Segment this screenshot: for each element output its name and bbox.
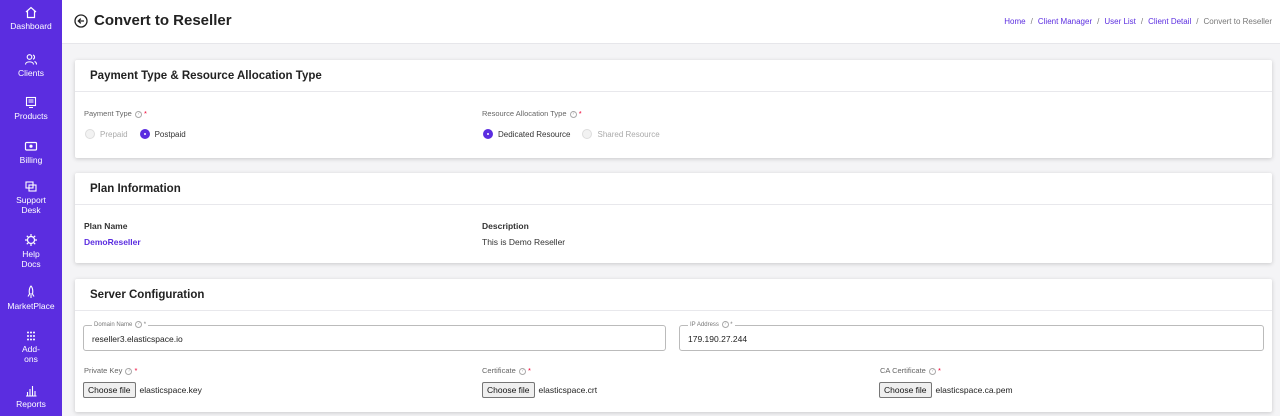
breadcrumb-client-manager[interactable]: Client Manager — [1038, 17, 1092, 26]
payment-type-radio-group: Prepaid Postpaid — [85, 129, 186, 139]
help-icon[interactable]: ? — [125, 367, 133, 375]
server-configuration-card: Server Configuration Domain Name ? * res… — [75, 279, 1272, 412]
plan-information-card: Plan Information Plan Name Description D… — [75, 173, 1272, 263]
sidebar-item-label: Support Desk — [16, 195, 46, 215]
ca-certificate-choose-file-button[interactable]: Choose file — [879, 382, 932, 398]
sidebar-item-label: Add-ons — [22, 344, 40, 364]
ip-address-label: IP Address ? * — [688, 321, 735, 329]
sidebar-item-label: Products — [14, 111, 48, 121]
required-marker: * — [578, 109, 582, 118]
sidebar-item-clients[interactable]: Clients — [0, 53, 62, 78]
radio-prepaid[interactable]: Prepaid — [85, 129, 128, 139]
back-arrow-icon[interactable] — [74, 13, 88, 28]
ip-address-field[interactable]: IP Address ? * 179.190.27.244 — [679, 321, 1264, 351]
ip-address-value: 179.190.27.244 — [688, 334, 748, 344]
products-icon — [25, 96, 37, 108]
sidebar-item-label: Billing — [19, 155, 43, 165]
sidebar-item-label: Reports — [16, 399, 46, 409]
breadcrumb-separator: / — [1097, 17, 1100, 26]
domain-name-field[interactable]: Domain Name ? * reseller3.elasticspace.i… — [83, 321, 666, 351]
plan-name-link[interactable]: DemoReseller — [84, 237, 141, 247]
radio-dedicated-resource[interactable]: Dedicated Resource — [483, 129, 570, 139]
resource-allocation-radio-group: Dedicated Resource Shared Resource — [483, 129, 660, 139]
required-marker: * — [144, 109, 147, 118]
radio-postpaid[interactable]: Postpaid — [139, 129, 186, 139]
plan-name-header: Plan Name — [84, 221, 128, 231]
sidebar-item-products[interactable]: Products — [0, 96, 62, 121]
card-title: Payment Type & Resource Allocation Type — [75, 60, 1272, 92]
payment-type-card: Payment Type & Resource Allocation Type … — [75, 60, 1272, 158]
users-icon — [24, 54, 38, 65]
sidebar-item-label: Help Docs — [21, 249, 41, 269]
sidebar-item-billing[interactable]: Billing — [0, 140, 62, 165]
breadcrumb-client-detail[interactable]: Client Detail — [1148, 17, 1191, 26]
private-key-file-input: Choose file elasticspace.key — [83, 382, 202, 398]
billing-icon — [24, 141, 38, 151]
certificate-file-name: elasticspace.crt — [538, 385, 598, 395]
certificate-choose-file-button[interactable]: Choose file — [482, 382, 535, 398]
page-title: Convert to Reseller — [74, 12, 232, 29]
breadcrumb-home[interactable]: Home — [1004, 17, 1025, 26]
rocket-icon — [27, 285, 35, 298]
private-key-choose-file-button[interactable]: Choose file — [83, 382, 136, 398]
page-title-text: Convert to Reseller — [94, 12, 232, 29]
grid-icon — [27, 331, 35, 341]
breadcrumb-separator: / — [1030, 17, 1033, 26]
help-icon[interactable]: ? — [134, 110, 142, 118]
description-header: Description — [482, 221, 529, 231]
help-icon: ? — [721, 321, 729, 328]
plan-description: This is Demo Reseller — [482, 237, 566, 247]
sidebar-item-add-ons[interactable]: Add-ons — [0, 330, 62, 364]
sidebar-item-support-desk[interactable]: Support Desk — [0, 180, 62, 215]
sidebar: Dashboard Clients Products Billing Suppo… — [0, 0, 62, 416]
home-icon — [25, 6, 37, 19]
sidebar-item-marketplace[interactable]: MarketPlace — [0, 285, 62, 311]
ca-certificate-file-input: Choose file elasticspace.ca.pem — [879, 382, 1013, 398]
private-key-label: Private Key ? * — [84, 366, 138, 375]
ca-certificate-label: CA Certificate ? * — [880, 366, 941, 375]
sidebar-item-help-docs[interactable]: Help Docs — [0, 233, 62, 269]
sidebar-item-label: Dashboard — [10, 21, 52, 31]
sidebar-item-label: Clients — [18, 68, 44, 78]
breadcrumb-separator: / — [1196, 17, 1199, 26]
help-icon[interactable]: ? — [569, 110, 577, 118]
breadcrumb: Home / Client Manager / User List / Clie… — [1004, 17, 1272, 26]
help-icon — [25, 234, 37, 246]
certificate-label: Certificate ? * — [482, 366, 531, 375]
private-key-file-name: elasticspace.key — [139, 385, 202, 395]
support-icon — [25, 181, 37, 192]
chart-icon — [26, 386, 37, 397]
help-icon: ? — [135, 321, 143, 328]
resource-allocation-label: Resource Allocation Type ? * — [482, 109, 582, 118]
help-icon[interactable]: ? — [928, 367, 936, 375]
domain-name-value: reseller3.elasticspace.io — [92, 334, 183, 344]
breadcrumb-separator: / — [1140, 17, 1144, 26]
sidebar-item-dashboard[interactable]: Dashboard — [0, 6, 62, 31]
help-icon[interactable]: ? — [518, 367, 526, 375]
top-bar: Convert to Reseller Home / Client Manage… — [62, 0, 1280, 44]
breadcrumb-user-list[interactable]: User List — [1104, 17, 1136, 26]
breadcrumb-current: Convert to Reseller — [1203, 17, 1272, 26]
domain-name-label: Domain Name ? * — [92, 321, 149, 329]
ca-certificate-file-name: elasticspace.ca.pem — [935, 385, 1013, 395]
card-title: Server Configuration — [75, 279, 1272, 311]
card-title: Plan Information — [75, 173, 1272, 205]
radio-shared-resource[interactable]: Shared Resource — [582, 129, 660, 139]
sidebar-item-label: MarketPlace — [7, 301, 55, 311]
payment-type-label: Payment Type ? * — [84, 109, 147, 118]
certificate-file-input: Choose file elasticspace.crt — [482, 382, 597, 398]
sidebar-item-reports[interactable]: Reports — [0, 384, 62, 409]
